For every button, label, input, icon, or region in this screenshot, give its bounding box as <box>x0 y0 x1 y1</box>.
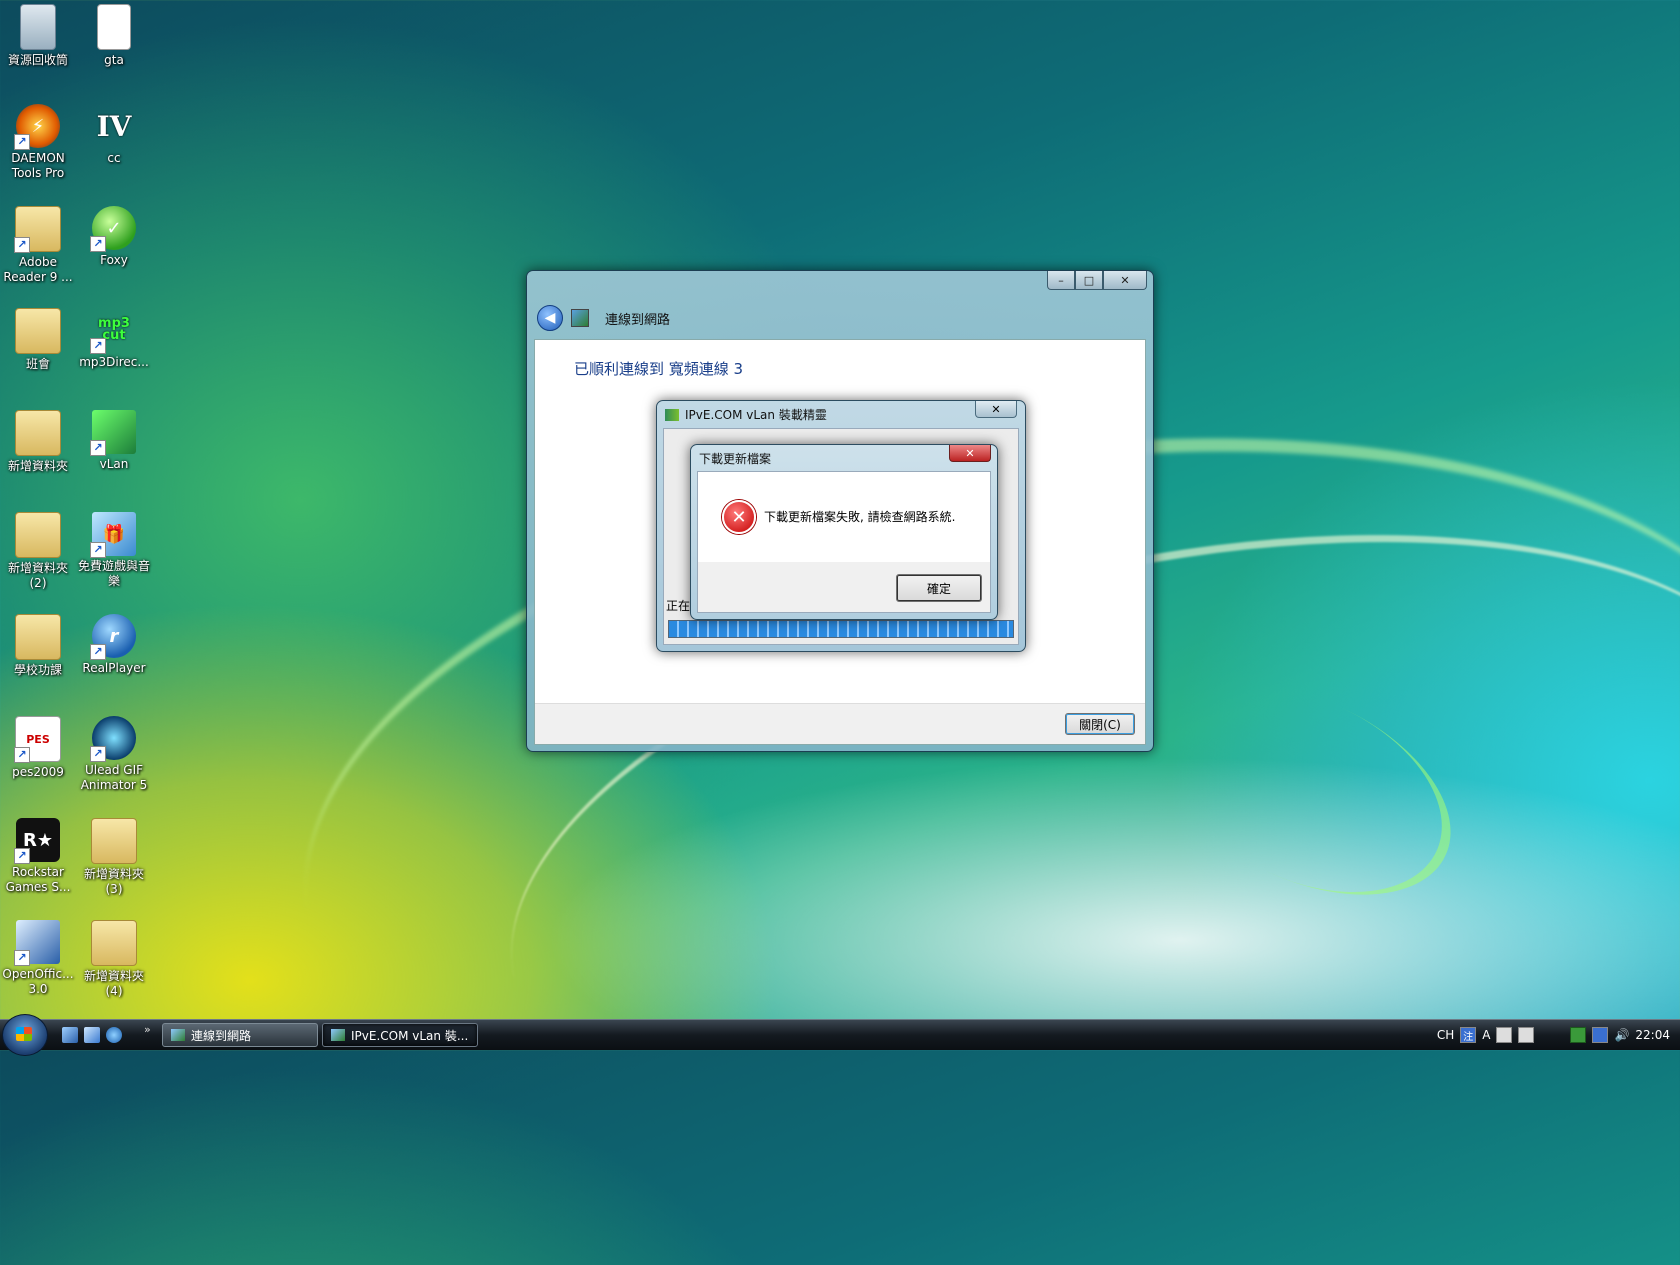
gift-icon: 🎁 <box>90 512 136 558</box>
ime-settings-icon[interactable] <box>1518 1027 1535 1043</box>
desktop-icon-adobe-reader[interactable]: Adobe Reader 9 ... <box>2 206 74 285</box>
network-icon <box>571 309 589 327</box>
error-dialog-close-button[interactable]: ✕ <box>949 445 991 462</box>
error-dialog-body: ✕ 下載更新檔案失敗, 請檢查網路系統. 確定 <box>697 471 991 613</box>
desktop-icon-daemon-tools[interactable]: ⚡ DAEMON Tools Pro <box>2 104 74 181</box>
openoffice-icon <box>14 920 60 966</box>
quick-launch-more-button[interactable]: » <box>144 1023 151 1036</box>
window-title: 連線到網路 <box>605 312 671 328</box>
maximize-button[interactable]: □ <box>1075 271 1103 290</box>
error-dialog: 下載更新檔案 ✕ ✕ 下載更新檔案失敗, 請檢查網路系統. 確定 <box>690 444 998 620</box>
quick-launch <box>62 1027 122 1043</box>
desktop-icon-homework[interactable]: 學校功課 <box>2 614 74 678</box>
mp3directcut-icon: mp3 cut <box>90 308 136 354</box>
folder-icon <box>91 920 137 966</box>
nav-bar: ◀ 連線到網路 <box>537 305 670 331</box>
folder-icon <box>14 206 61 253</box>
ime-half-width-icon[interactable] <box>1496 1027 1513 1043</box>
desktop-icon-realplayer[interactable]: r RealPlayer <box>78 614 150 676</box>
clock[interactable]: 22:04 <box>1635 1028 1670 1042</box>
desktop-icon-new-folder[interactable]: 新增資料夾 <box>2 410 74 474</box>
setup-title-bar: IPvE.COM vLan 裝載精靈 <box>665 406 827 423</box>
ulead-icon <box>90 716 136 762</box>
vlan-app-icon <box>665 408 679 421</box>
taskbar: » 連線到網路 IPvE.COM vLan 裝... CH 注 A 🔊 22:0… <box>0 1014 1680 1056</box>
daemon-tools-icon: ⚡ <box>14 104 60 150</box>
taskbar-button-label: 連線到網路 <box>191 1028 252 1043</box>
desktop-icon-ulead[interactable]: Ulead GIF Animator 5 <box>78 716 150 793</box>
taskbar-button-label: IPvE.COM vLan 裝... <box>351 1028 469 1043</box>
folder-icon <box>15 308 61 354</box>
ok-button[interactable]: 確定 <box>896 574 982 602</box>
ime-a-indicator[interactable]: A <box>1482 1028 1490 1042</box>
gta-iv-icon: IV <box>96 109 132 143</box>
desktop-icon-free-games[interactable]: 🎁 免費遊戲與音樂 <box>78 512 150 589</box>
connection-success-text: 已順利連線到 寬頻連線 3 <box>574 360 744 378</box>
desktop-icon-new-folder-2[interactable]: 新增資料夾 (2) <box>2 512 74 591</box>
vlan-app-icon <box>331 1029 345 1041</box>
taskbar-button-connect-network[interactable]: 連線到網路 <box>162 1023 318 1047</box>
progress-fill <box>669 621 1013 637</box>
system-tray: CH 注 A 🔊 22:04 <box>1437 1020 1680 1050</box>
desktop-icon-openoffice[interactable]: OpenOffic... 3.0 <box>2 920 74 997</box>
rockstar-icon: R★ <box>14 818 60 864</box>
safely-remove-icon[interactable] <box>1570 1027 1587 1043</box>
switch-windows-icon[interactable] <box>62 1027 78 1043</box>
desktop-icon-new-folder-4[interactable]: 新增資料夾 (4) <box>78 920 150 999</box>
caption-buttons: – □ ✕ <box>1047 271 1147 290</box>
desktop-icon-mp3directcut[interactable]: mp3cut mp3Direc... <box>78 308 150 370</box>
desktop-icon-gta[interactable]: gta <box>78 4 150 68</box>
back-arrow-icon[interactable]: ◀ <box>537 305 563 331</box>
desktop-icon-cc[interactable]: IV cc <box>78 104 150 166</box>
minimize-button[interactable]: – <box>1047 271 1075 290</box>
realplayer-icon: r <box>90 614 136 660</box>
desktop-icon-new-folder-3[interactable]: 新增資料夾 (3) <box>78 818 150 897</box>
folder-icon <box>15 410 61 456</box>
desktop-icon-recycle-bin[interactable]: 資源回收筒 <box>2 4 74 68</box>
error-dialog-title: 下載更新檔案 <box>699 452 772 466</box>
foxy-icon: ✓ <box>90 206 136 252</box>
setup-title: IPvE.COM vLan 裝載精靈 <box>685 408 827 422</box>
desktop-icon-class-meeting[interactable]: 班會 <box>2 308 74 372</box>
folder-icon <box>15 512 61 558</box>
taskbar-button-vlan[interactable]: IPvE.COM vLan 裝... <box>322 1023 478 1047</box>
recycle-bin-icon <box>20 4 56 50</box>
network-icon <box>171 1029 185 1041</box>
show-desktop-icon[interactable] <box>84 1027 100 1043</box>
setup-close-button[interactable]: ✕ <box>975 401 1017 418</box>
ime-mode-icon[interactable]: 注 <box>1460 1027 1477 1043</box>
vlan-icon <box>90 410 136 456</box>
footer-bar: 關閉(C) <box>535 703 1145 744</box>
window-close-button[interactable]: ✕ <box>1103 271 1147 290</box>
internet-explorer-icon[interactable] <box>106 1027 122 1043</box>
desktop-icon-vlan[interactable]: vLan <box>78 410 150 472</box>
desktop-icon-foxy[interactable]: ✓ Foxy <box>78 206 150 268</box>
desktop-icon-rockstar[interactable]: R★ Rockstar Games S... <box>2 818 74 895</box>
folder-icon <box>15 614 61 660</box>
desktop-icon-pes2009[interactable]: PES pes2009 <box>2 716 74 780</box>
progress-bar <box>668 620 1014 638</box>
error-icon: ✕ <box>722 500 756 534</box>
folder-icon <box>91 818 137 864</box>
error-message: 下載更新檔案失敗, 請檢查網路系統. <box>764 510 956 524</box>
status-text: 正在 <box>666 599 691 613</box>
volume-icon[interactable]: 🔊 <box>1614 1028 1629 1042</box>
close-button[interactable]: 關閉(C) <box>1065 713 1135 735</box>
pes-icon: PES <box>14 716 61 763</box>
network-tray-icon[interactable] <box>1592 1027 1609 1043</box>
document-icon <box>97 4 131 50</box>
language-indicator[interactable]: CH <box>1437 1028 1454 1042</box>
error-dialog-footer: 確定 <box>698 562 990 612</box>
